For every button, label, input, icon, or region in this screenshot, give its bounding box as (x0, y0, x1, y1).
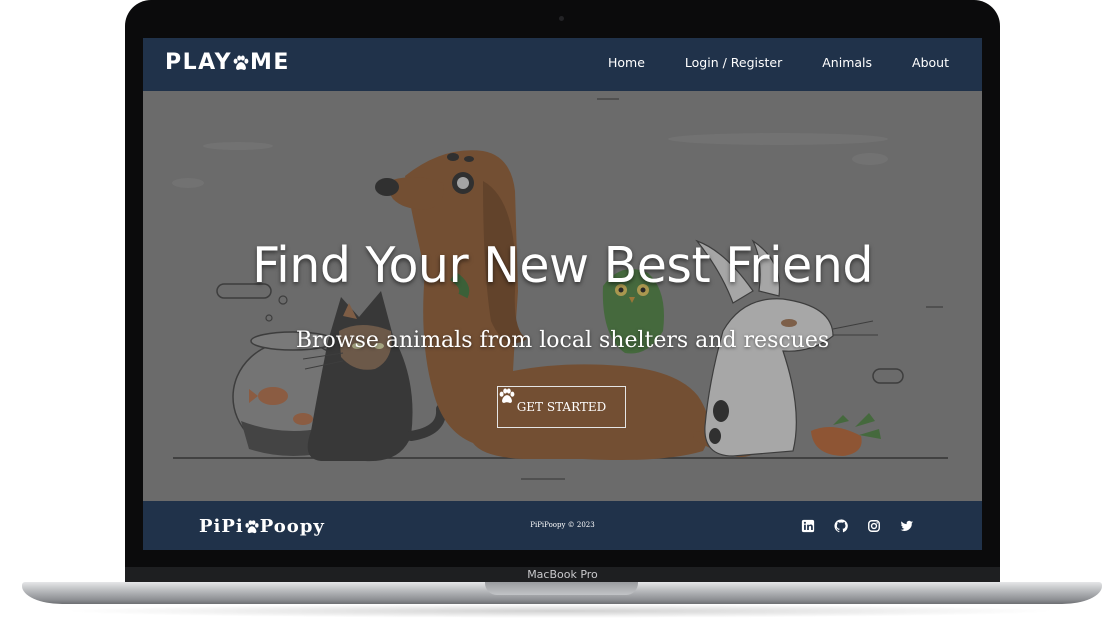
nav-link-login-register[interactable]: Login / Register (665, 38, 802, 91)
get-started-button[interactable]: GET STARTED (497, 386, 626, 428)
nav-links: Home Login / Register Animals About (588, 38, 982, 91)
hero-subtitle: Browse animals from local shelters and r… (295, 328, 830, 353)
nav-link-animals[interactable]: Animals (802, 38, 892, 91)
logo-text-right: ME (250, 50, 290, 75)
hero-overlay (143, 91, 982, 501)
laptop-notch (485, 582, 638, 595)
browser-screen: PLAY ME Home Login / Register Animals Abo… (143, 38, 982, 550)
paw-icon (499, 388, 515, 403)
site-logo[interactable]: PLAY ME (165, 50, 290, 75)
navbar: PLAY ME Home Login / Register Animals Abo… (143, 38, 982, 92)
twitter-icon[interactable] (900, 519, 914, 533)
social-links (801, 519, 914, 533)
instagram-icon[interactable] (867, 519, 881, 533)
laptop-chin-label: MacBook Pro (125, 567, 1000, 583)
logo-text-left: PLAY (165, 50, 232, 75)
camera-icon (559, 16, 564, 21)
get-started-label: GET STARTED (516, 400, 607, 414)
hero-section: Find Your New Best Friend Browse animals… (143, 91, 982, 501)
footer: PiPi Poopy PiPiPoopy © 2023 (143, 501, 982, 550)
hero-title: Find Your New Best Friend (252, 237, 873, 294)
linkedin-icon[interactable] (801, 519, 815, 533)
laptop-shadow (60, 604, 1060, 618)
github-icon[interactable] (834, 519, 848, 533)
nav-link-home[interactable]: Home (588, 38, 665, 91)
paw-icon (233, 55, 249, 70)
nav-link-about[interactable]: About (892, 38, 982, 91)
